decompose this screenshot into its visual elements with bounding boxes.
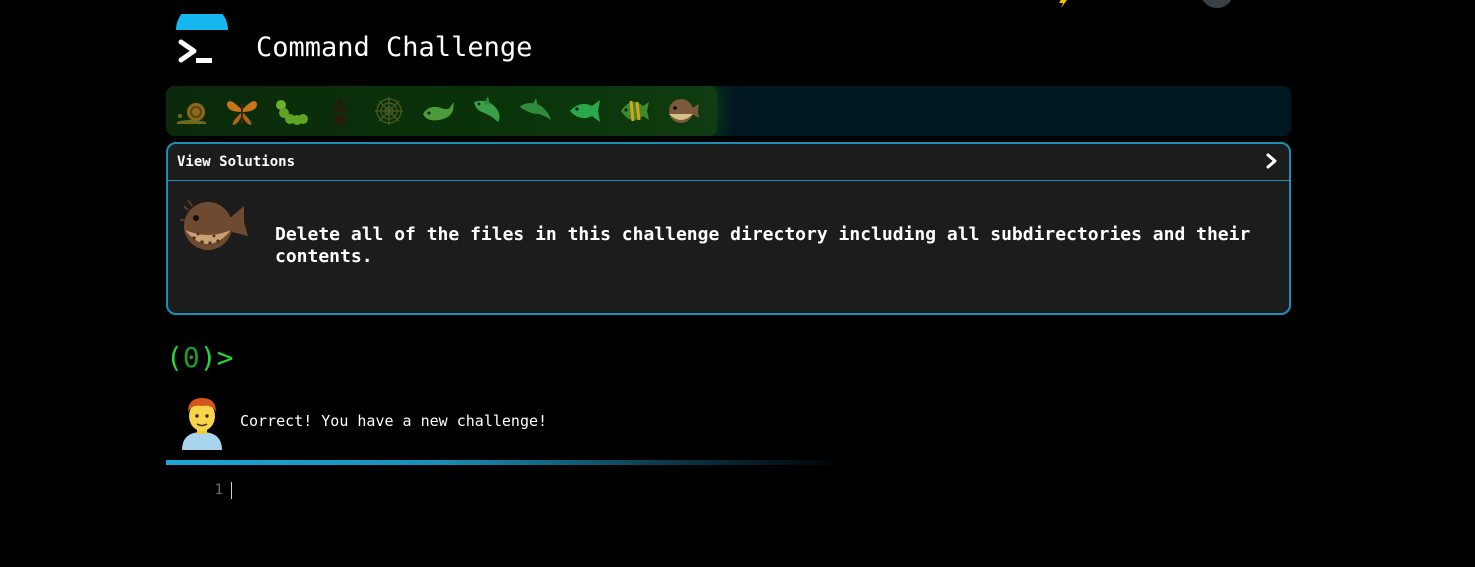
command-prompt: (0)> xyxy=(166,340,233,376)
view-solutions-label: View Solutions xyxy=(177,154,296,170)
terminal-logo-icon[interactable] xyxy=(170,14,232,72)
ant-icon[interactable] xyxy=(321,92,359,130)
fish-icon[interactable] xyxy=(566,92,604,130)
dolphin-icon[interactable] xyxy=(517,92,555,130)
line-number: 1 xyxy=(214,482,223,498)
page-title: Command Challenge xyxy=(256,32,533,63)
butterfly-icon[interactable] xyxy=(223,92,261,130)
view-solutions-toggle[interactable]: View Solutions xyxy=(168,144,1289,181)
progress-icons xyxy=(166,86,713,136)
tropical-fish-icon[interactable] xyxy=(615,92,653,130)
solutions-panel: View Solutions Delete all of the files i… xyxy=(166,142,1291,315)
snail-icon[interactable] xyxy=(174,92,212,130)
command-input[interactable] xyxy=(231,482,232,499)
terminal-divider xyxy=(166,460,846,465)
shark-icon[interactable] xyxy=(468,92,506,130)
page: Command Challenge View Solutions Delete … xyxy=(0,0,1475,567)
challenge-description: Delete all of the files in this challeng… xyxy=(275,224,1251,267)
prompt-close: )> xyxy=(199,341,234,374)
prompt-open: ( xyxy=(166,341,183,374)
caterpillar-icon[interactable] xyxy=(272,92,310,130)
blowfish-icon[interactable] xyxy=(664,92,702,130)
prompt-count: 0 xyxy=(182,341,200,374)
whale-icon[interactable] xyxy=(419,92,457,130)
chevron-right-icon[interactable] xyxy=(1265,150,1279,172)
blowfish-icon xyxy=(180,199,248,250)
lightning-icon[interactable] xyxy=(1056,0,1070,8)
status-message: Correct! You have a new challenge! xyxy=(240,412,548,430)
progress-bar xyxy=(166,86,1291,136)
man-avatar-icon xyxy=(182,398,222,450)
account-icon[interactable] xyxy=(1200,0,1234,8)
spider-web-icon[interactable] xyxy=(370,92,408,130)
